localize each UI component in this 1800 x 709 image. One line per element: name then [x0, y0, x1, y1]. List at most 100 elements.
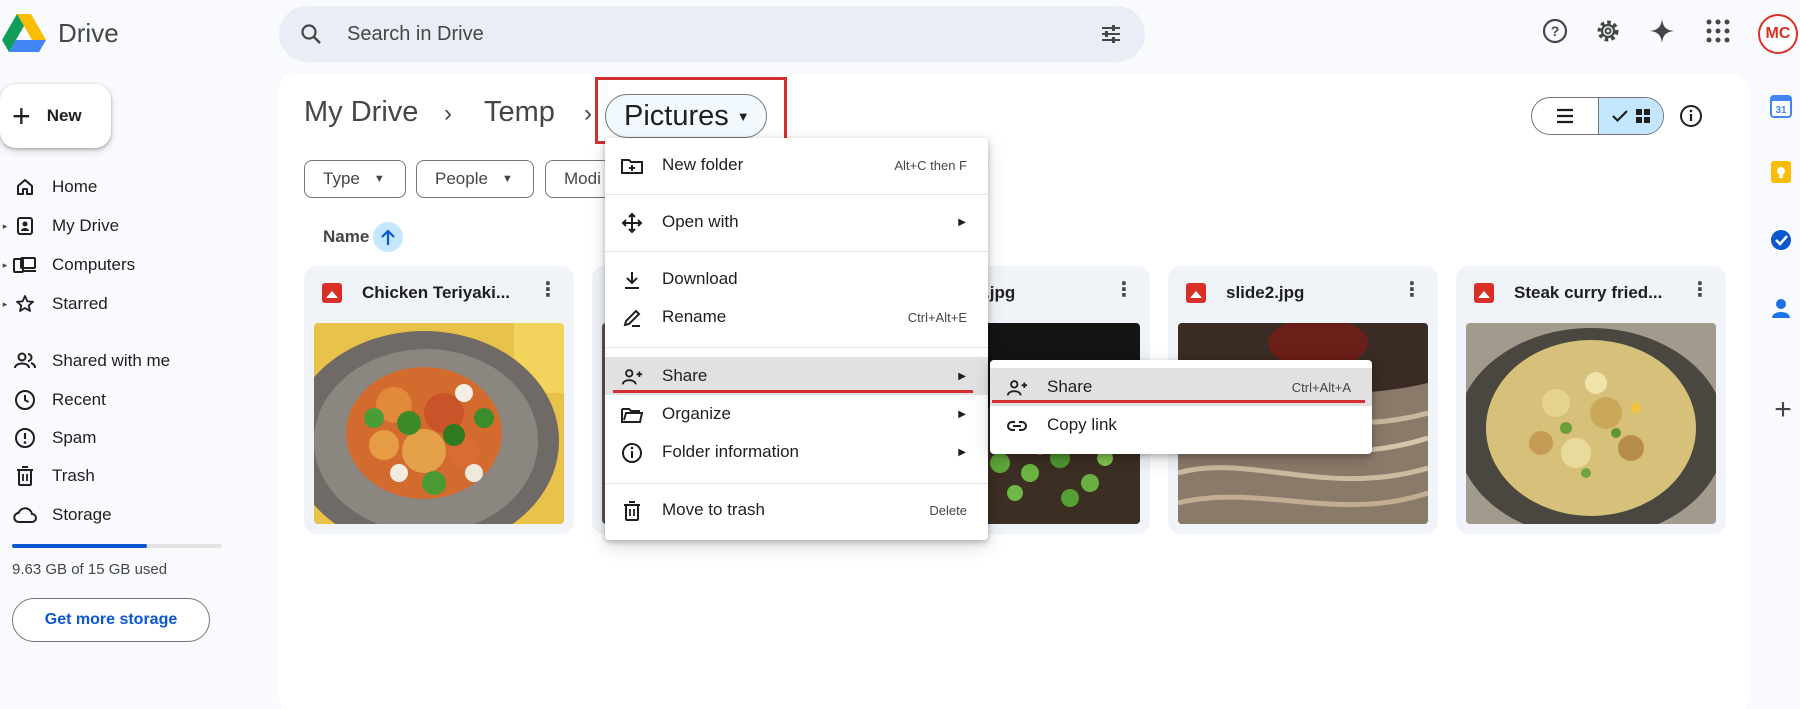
computers-icon: [12, 252, 38, 278]
star-icon: [12, 291, 38, 317]
sidebar-item-label: Computers: [52, 255, 136, 274]
sidebar-item-home[interactable]: Home: [0, 170, 97, 204]
list-view-button[interactable]: [1532, 98, 1598, 134]
svg-text:31: 31: [1775, 105, 1787, 116]
share-submenu: Share Ctrl+Alt+A Copy link: [990, 360, 1372, 454]
sort-direction-button[interactable]: [373, 222, 403, 252]
menu-item-folder-information[interactable]: Folder information ▶: [605, 433, 988, 471]
spam-icon: [12, 425, 38, 451]
new-button[interactable]: + New: [0, 84, 111, 148]
calendar-app-icon[interactable]: 31: [1770, 94, 1792, 118]
account-avatar[interactable]: MC: [1758, 14, 1798, 54]
get-add-ons-plus-icon[interactable]: +: [1768, 395, 1798, 426]
menu-item-label: New folder: [662, 155, 744, 174]
sidebar-item-label: Home: [52, 177, 98, 196]
file-name: Chicken Teriyaki...: [362, 283, 511, 302]
gemini-sparkle-icon[interactable]: [1649, 18, 1675, 44]
sidebar-item-label: Recent: [52, 390, 106, 409]
menu-item-new-folder[interactable]: New folder Alt+C then F: [605, 146, 988, 184]
menu-shortcut: Ctrl+Alt+A: [1291, 379, 1351, 395]
folder-context-menu: New folder Alt+C then F Open with ▶ Down…: [605, 138, 988, 540]
submenu-arrow-icon: ▶: [958, 370, 966, 382]
menu-divider: [605, 347, 988, 348]
menu-item-open-with[interactable]: Open with ▶: [605, 203, 988, 241]
search-bar[interactable]: Search in Drive: [279, 6, 1145, 62]
grid-view-button[interactable]: [1597, 98, 1663, 134]
download-icon: [621, 269, 643, 291]
sidebar-item-trash[interactable]: Trash: [0, 459, 95, 493]
filter-type-chip[interactable]: Type ▼: [304, 160, 406, 198]
settings-gear-icon[interactable]: [1595, 18, 1621, 44]
menu-item-label: Rename: [662, 307, 727, 326]
search-input[interactable]: Search in Drive: [347, 23, 484, 46]
my-drive-icon: [12, 213, 38, 239]
menu-item-label: Open with: [662, 212, 739, 231]
drive-logo[interactable]: Drive: [2, 14, 119, 52]
filter-people-chip[interactable]: People ▼: [416, 160, 534, 198]
more-actions-icon[interactable]: ⋮: [1114, 280, 1134, 300]
get-more-storage-button[interactable]: Get more storage: [12, 598, 210, 642]
menu-item-label: Share: [662, 366, 708, 385]
more-actions-icon[interactable]: ⋮: [1402, 280, 1422, 300]
breadcrumb-my-drive[interactable]: My Drive: [304, 96, 418, 129]
file-thumbnail: [314, 323, 564, 524]
tasks-app-icon[interactable]: [1770, 228, 1792, 252]
submenu-arrow-icon: ▶: [958, 446, 966, 458]
menu-divider: [605, 194, 988, 195]
sidebar-item-label: Trash: [52, 466, 95, 485]
organize-folder-icon: [621, 404, 643, 426]
dropdown-caret-icon: ▼: [373, 173, 385, 185]
menu-item-organize[interactable]: Organize ▶: [605, 395, 988, 433]
list-view-icon: [1556, 108, 1573, 124]
sidebar-item-label: Starred: [52, 294, 108, 313]
sidebar-item-storage[interactable]: Storage: [0, 498, 112, 532]
menu-item-download[interactable]: Download: [605, 260, 988, 298]
search-icon[interactable]: [299, 22, 323, 46]
more-actions-icon[interactable]: ⋮: [1690, 280, 1710, 300]
sidebar-item-recent[interactable]: Recent: [0, 383, 106, 417]
image-file-icon: [1186, 283, 1206, 303]
rename-pencil-icon: [621, 307, 643, 329]
sidebar-item-spam[interactable]: Spam: [0, 421, 96, 455]
view-toggle[interactable]: [1531, 97, 1664, 135]
new-button-label: New: [46, 106, 82, 125]
expand-arrow-icon[interactable]: ▸: [0, 260, 10, 271]
expand-arrow-icon[interactable]: ▸: [0, 221, 10, 232]
submenu-arrow-icon: ▶: [958, 408, 966, 420]
sort-by-name-header[interactable]: Name: [323, 227, 369, 247]
filter-people-label: People: [435, 169, 488, 188]
underline-annotation: [613, 390, 973, 393]
submenu-item-copy-link[interactable]: Copy link: [990, 406, 1372, 444]
details-info-icon[interactable]: [1679, 104, 1703, 128]
filter-modified-label: Modi: [564, 169, 601, 188]
storage-usage-fill: [12, 544, 147, 548]
avatar-initials: MC: [1765, 25, 1791, 42]
menu-item-rename[interactable]: Rename Ctrl+Alt+E: [605, 298, 988, 336]
sidebar-item-shared-with-me[interactable]: Shared with me: [0, 344, 170, 378]
help-icon[interactable]: ?: [1542, 18, 1568, 44]
submenu-arrow-icon: ▶: [958, 216, 966, 228]
check-icon: [1611, 110, 1628, 123]
menu-item-move-to-trash[interactable]: Move to trash Delete: [605, 491, 988, 529]
svg-text:?: ?: [1551, 23, 1560, 39]
sidebar-item-computers[interactable]: ▸ Computers: [0, 248, 135, 282]
image-file-icon: [1474, 283, 1494, 303]
file-name: Steak curry fried...: [1514, 283, 1663, 302]
sidebar-item-starred[interactable]: ▸ Starred: [0, 287, 108, 321]
more-actions-icon[interactable]: ⋮: [538, 280, 558, 300]
home-icon: [12, 174, 38, 200]
sidebar-item-label: My Drive: [52, 216, 120, 235]
file-card[interactable]: Steak curry fried... ⋮: [1456, 266, 1726, 534]
apps-grid-icon[interactable]: [1705, 18, 1731, 44]
storage-usage-bar: [12, 544, 222, 548]
breadcrumb-temp[interactable]: Temp: [484, 96, 555, 129]
search-options-icon[interactable]: [1099, 22, 1123, 46]
expand-arrow-icon[interactable]: ▸: [0, 299, 10, 310]
keep-app-icon[interactable]: [1770, 160, 1792, 184]
people-icon: [12, 348, 38, 374]
clock-icon: [12, 387, 38, 413]
sidebar-item-my-drive[interactable]: ▸ My Drive: [0, 209, 119, 243]
contacts-app-icon[interactable]: [1770, 296, 1792, 320]
breadcrumb-separator-icon: ›: [444, 100, 452, 127]
file-card[interactable]: Chicken Teriyaki... ⋮: [304, 266, 574, 534]
